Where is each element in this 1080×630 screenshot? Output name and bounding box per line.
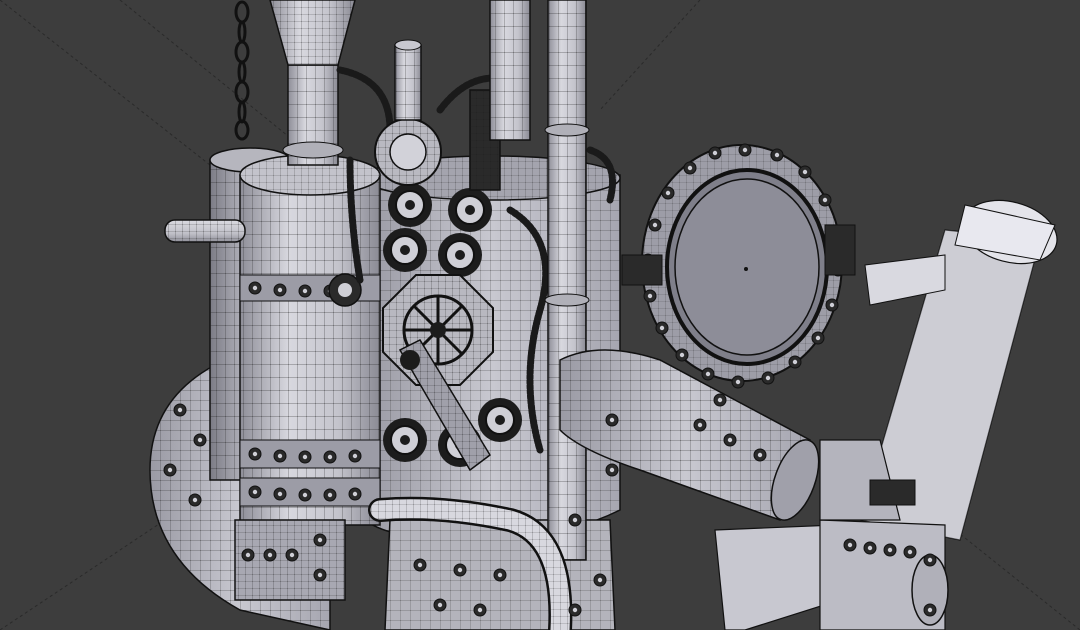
top-funnel[interactable]	[269, 0, 356, 166]
left-main-cylinder[interactable]	[239, 154, 381, 526]
left-side-pipe[interactable]	[164, 219, 246, 243]
small-chimney[interactable]	[394, 39, 422, 121]
3d-viewport[interactable]	[0, 0, 1080, 630]
rear-tall-pipe[interactable]	[489, 0, 531, 141]
hanging-chain	[234, 0, 250, 141]
front-tall-pipe[interactable]	[544, 0, 590, 561]
viewport-scene[interactable]	[0, 0, 1080, 630]
porthole-hatch[interactable]	[621, 143, 856, 389]
pressure-gauge[interactable]	[374, 118, 442, 186]
control-box[interactable]	[234, 519, 346, 601]
